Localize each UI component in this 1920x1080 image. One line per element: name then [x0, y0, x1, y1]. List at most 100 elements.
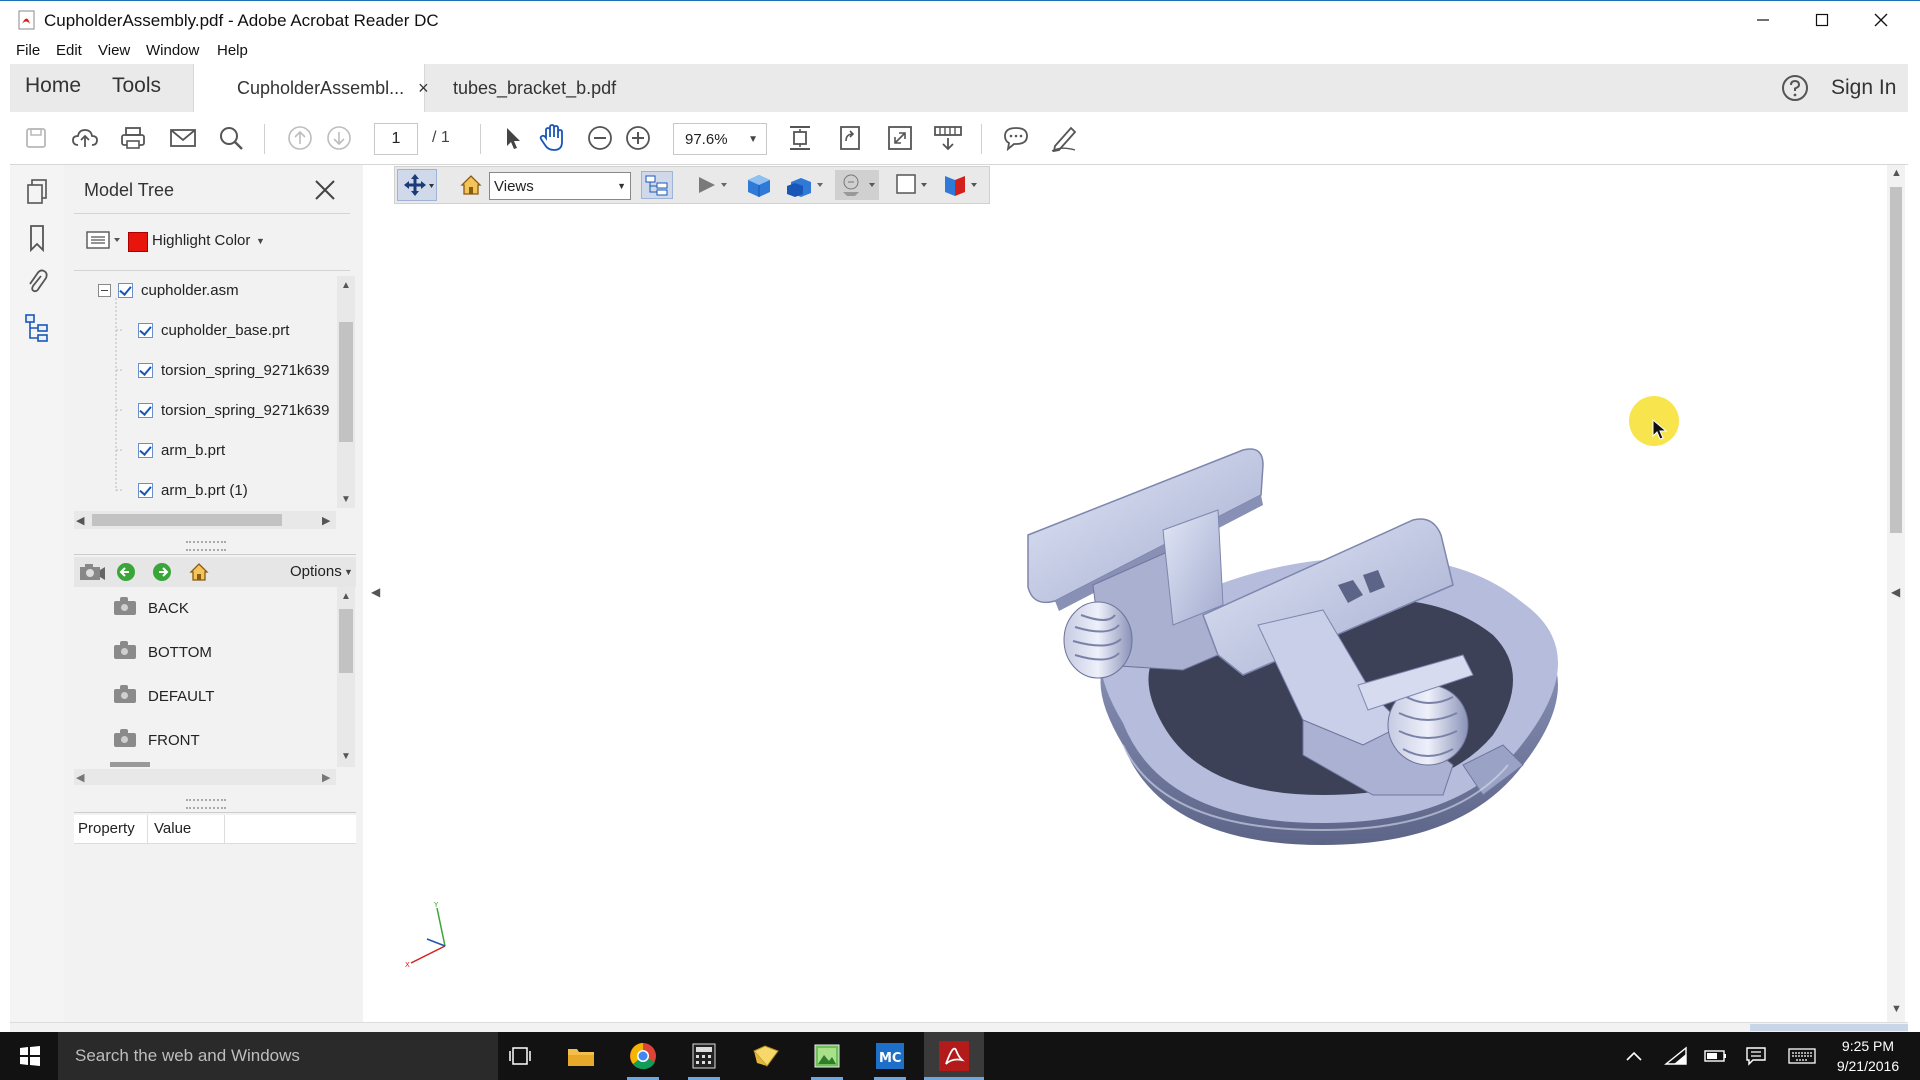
highlight-color-swatch[interactable] [128, 232, 148, 252]
scroll-right-arrow-icon[interactable]: ▶ [322, 514, 330, 527]
view-item[interactable]: BACK [114, 597, 189, 619]
file-explorer-icon[interactable] [565, 1040, 597, 1072]
previous-view-icon[interactable] [116, 562, 136, 587]
battery-icon[interactable] [1700, 1040, 1732, 1072]
email-icon[interactable] [167, 122, 199, 154]
scrollbar-thumb[interactable] [1890, 187, 1902, 533]
zoom-out-icon[interactable] [584, 122, 616, 154]
tree-view-options-icon[interactable] [86, 229, 124, 256]
print-icon[interactable] [117, 122, 149, 154]
scroll-up-arrow-icon[interactable]: ▲ [341, 280, 351, 291]
menu-help[interactable]: Help [217, 42, 248, 59]
tab-home[interactable]: Home [25, 74, 81, 98]
scrollbar-thumb[interactable] [339, 322, 353, 442]
next-view-icon[interactable] [152, 562, 172, 587]
lighting-icon[interactable] [835, 170, 879, 200]
document-viewer[interactable]: ◀ ▲ ▼ ◀ Y X [363, 165, 1908, 1022]
menu-view[interactable]: View [98, 42, 130, 59]
model-render-mode-icon[interactable] [785, 172, 825, 203]
checkbox-checked-icon[interactable] [138, 362, 153, 378]
panel-resize-grip[interactable] [186, 541, 226, 551]
play-animation-icon[interactable] [695, 174, 731, 201]
mathcad-icon[interactable]: MC [874, 1040, 906, 1072]
checkbox-checked-icon[interactable] [138, 482, 153, 498]
checkbox-checked-icon[interactable] [138, 402, 153, 418]
scroll-down-arrow-icon[interactable]: ▼ [341, 494, 351, 505]
views-horizontal-scrollbar[interactable]: ◀ ▶ [74, 769, 336, 785]
checkbox-checked-icon[interactable] [138, 442, 153, 458]
menu-window[interactable]: Window [146, 42, 199, 59]
menu-edit[interactable]: Edit [56, 42, 82, 59]
calculator-icon[interactable] [688, 1040, 720, 1072]
question-circle-icon[interactable] [1780, 73, 1810, 108]
highlight-color-label[interactable]: Highlight Color [152, 232, 250, 249]
scrolling-mode-icon[interactable] [932, 122, 964, 154]
next-page-icon[interactable] [323, 122, 355, 154]
attachment-paperclip-icon[interactable] [20, 265, 54, 299]
notifications-icon[interactable] [1740, 1040, 1772, 1072]
views-dropdown[interactable]: Views ▼ [489, 172, 631, 200]
bookmark-icon[interactable] [20, 221, 54, 255]
upload-cloud-icon[interactable] [69, 122, 101, 154]
task-view-icon[interactable] [504, 1040, 536, 1072]
acrobat-taskbar-button[interactable] [924, 1032, 984, 1080]
scroll-up-arrow-icon[interactable]: ▲ [1891, 167, 1902, 179]
taskbar-search-box[interactable]: Search the web and Windows [58, 1032, 498, 1080]
tree-item[interactable]: torsion_spring_9271k639 [138, 359, 329, 381]
chevron-down-icon[interactable]: ▼ [344, 567, 353, 577]
checkbox-checked-icon[interactable] [118, 282, 133, 298]
cross-section-icon[interactable] [941, 172, 985, 203]
scroll-up-arrow-icon[interactable]: ▲ [341, 591, 351, 602]
search-icon[interactable] [215, 122, 247, 154]
tree-item[interactable]: arm_b.prt (1) [138, 479, 248, 501]
scroll-left-arrow-icon[interactable]: ◀ [76, 514, 84, 527]
model-tree-icon[interactable] [20, 311, 54, 345]
menu-file[interactable]: File [16, 42, 40, 59]
views-vertical-scrollbar[interactable]: ▲ ▼ [337, 587, 355, 767]
image-viewer-icon[interactable] [811, 1040, 843, 1072]
page-number-input[interactable]: 1 [374, 123, 418, 155]
tree-item[interactable]: cupholder_base.prt [138, 319, 289, 341]
panel-resize-grip[interactable] [186, 799, 226, 809]
model-tree-toggle-icon[interactable] [641, 171, 673, 199]
full-screen-icon[interactable] [884, 122, 916, 154]
close-icon[interactable] [314, 179, 336, 206]
tree-horizontal-scrollbar[interactable]: ◀ ▶ [74, 511, 336, 529]
sign-pen-icon[interactable] [1048, 122, 1080, 154]
tree-item[interactable]: torsion_spring_9271k639 [138, 399, 329, 421]
previous-page-icon[interactable] [284, 122, 316, 154]
home-view-icon[interactable] [188, 561, 210, 588]
collapse-panel-arrow-icon[interactable]: ◀ [371, 585, 380, 599]
tree-item[interactable]: cupholder.asm [118, 279, 239, 301]
fit-page-icon[interactable] [784, 122, 816, 154]
select-arrow-icon[interactable] [496, 122, 528, 154]
tree-vertical-scrollbar[interactable]: ▲ ▼ [337, 276, 355, 508]
home-view-icon[interactable] [459, 173, 483, 202]
options-dropdown[interactable]: Options [290, 563, 342, 580]
view-item[interactable]: BOTTOM [114, 641, 212, 663]
camera-settings-icon[interactable] [78, 561, 106, 588]
maximize-button[interactable] [1794, 5, 1850, 35]
chrome-icon[interactable] [627, 1040, 659, 1072]
projection-cube-icon[interactable] [745, 172, 773, 203]
expand-right-panel-arrow-icon[interactable]: ◀ [1891, 585, 1900, 599]
collapse-toggle-icon[interactable] [98, 284, 111, 297]
windows-start-icon[interactable] [14, 1040, 46, 1072]
close-window-button[interactable] [1853, 5, 1909, 35]
save-icon[interactable] [20, 122, 52, 154]
keyboard-icon[interactable] [1786, 1040, 1818, 1072]
document-tab-cupholder[interactable]: CupholderAssembl... × [193, 64, 429, 112]
scrollbar-thumb[interactable] [339, 609, 353, 673]
3d-cupholder-model[interactable] [763, 325, 1563, 885]
background-color-icon[interactable] [895, 172, 935, 203]
comment-icon[interactable] [1000, 122, 1032, 154]
wifi-icon[interactable] [1660, 1040, 1692, 1072]
taskbar-clock[interactable]: 9:25 PM 9/21/2016 [1826, 1036, 1910, 1076]
view-item[interactable]: DEFAULT [114, 685, 214, 707]
scroll-down-arrow-icon[interactable]: ▼ [341, 751, 351, 762]
checkbox-checked-icon[interactable] [138, 322, 153, 338]
rotate-tool-icon[interactable] [397, 169, 437, 201]
document-tab-tubes-bracket[interactable]: tubes_bracket_b.pdf [424, 64, 634, 112]
scroll-left-arrow-icon[interactable]: ◀ [76, 771, 84, 784]
sticky-notes-folder-icon[interactable] [750, 1040, 782, 1072]
